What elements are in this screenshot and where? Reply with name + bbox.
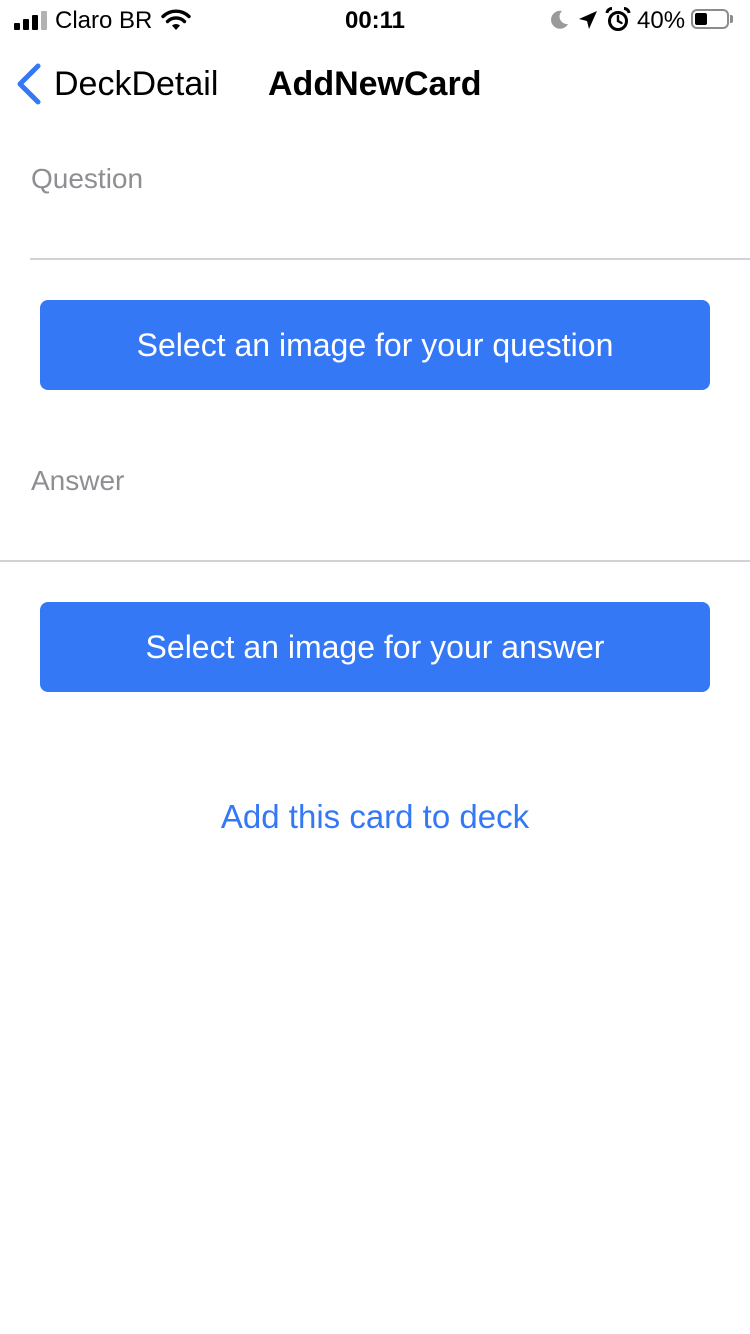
question-label: Question <box>31 163 144 194</box>
moon-icon <box>551 10 568 29</box>
question-underline <box>30 258 750 260</box>
battery-icon <box>691 9 735 31</box>
chevron-left-icon <box>17 63 41 105</box>
select-question-image-button[interactable]: Select an image for your question <box>40 300 710 390</box>
answer-underline <box>0 560 750 562</box>
answer-input[interactable] <box>31 508 725 554</box>
question-input[interactable] <box>31 206 725 252</box>
navigation-bar: DeckDetail AddNewCard <box>0 40 750 128</box>
answer-label: Answer <box>31 465 125 496</box>
select-answer-image-button[interactable]: Select an image for your answer <box>40 602 710 692</box>
status-bar: Claro BR 00:11 40% <box>0 0 750 40</box>
page-title: AddNewCard <box>268 65 482 103</box>
back-label: DeckDetail <box>54 64 219 103</box>
battery-percent: 40% <box>637 7 686 34</box>
back-button[interactable]: DeckDetail <box>14 60 218 108</box>
location-icon <box>579 11 597 29</box>
add-card-button[interactable]: Add this card to deck <box>0 796 750 838</box>
alarm-icon <box>605 7 631 31</box>
